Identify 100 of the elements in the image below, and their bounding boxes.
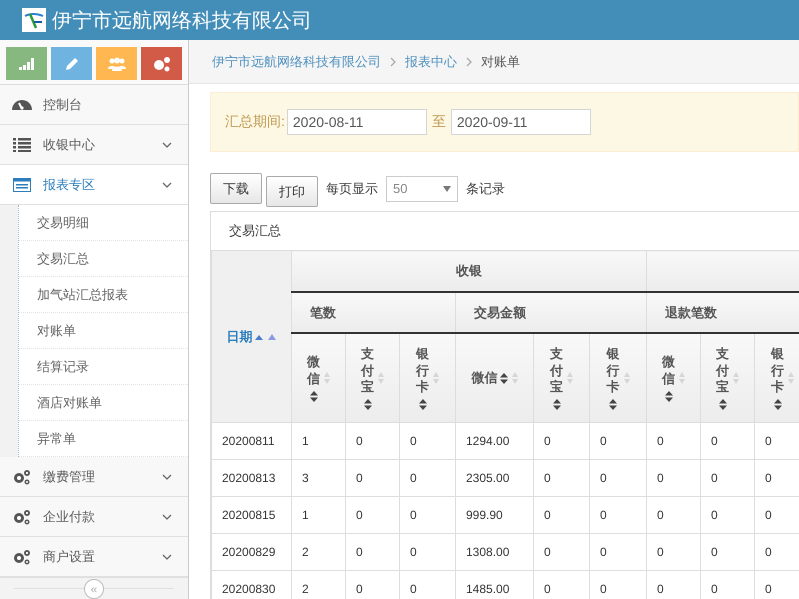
submenu-item[interactable]: 结算记录 (19, 349, 188, 385)
column-header[interactable]: 日期 (212, 250, 292, 422)
table-cell: 0 (646, 460, 701, 496)
users-icon (108, 56, 126, 70)
table-icon (12, 178, 32, 192)
table-cell: 0 (400, 422, 456, 460)
table-cell: 1 (292, 422, 346, 460)
table-cell: 0 (700, 460, 755, 496)
menu-item[interactable]: 缴费管理 (0, 457, 188, 497)
shortcut-button[interactable] (6, 47, 47, 80)
column-header[interactable]: 银行卡 (400, 333, 456, 422)
range-separator: 至 (432, 113, 446, 131)
column-header[interactable]: 微信 (456, 333, 534, 422)
dropdown-arrow-icon (443, 186, 451, 192)
column-header[interactable]: 支付宝 (534, 333, 590, 422)
shortcut-button[interactable] (141, 47, 182, 80)
breadcrumb-current: 对账单 (481, 52, 520, 70)
table-cell: 0 (534, 460, 590, 496)
table-cell: 3 (292, 460, 346, 496)
table-cell: 0 (646, 496, 701, 534)
menu-item[interactable]: 控制台 (0, 85, 188, 125)
table-cell: 0 (590, 496, 647, 534)
table-cell: 0 (346, 534, 400, 570)
panel-title: 交易汇总 (228, 222, 282, 240)
group-header: 收银 (292, 250, 647, 292)
table-cell: 2305.00 (456, 460, 534, 496)
column-header[interactable]: 支付宝 (346, 333, 400, 422)
table-cell: 0 (400, 496, 456, 534)
subgroup-header: 交易金额 (456, 292, 647, 333)
sort-icon (500, 372, 508, 384)
column-header[interactable]: 支付宝 (700, 333, 755, 422)
sort-icon (512, 371, 518, 385)
table-cell: 2 (292, 534, 346, 570)
sort-icon (418, 399, 426, 410)
date-field[interactable]: 2020-09-11 (450, 109, 591, 135)
records-label: 条记录 (466, 180, 505, 198)
table-cell: 0 (646, 422, 701, 460)
submenu-item[interactable]: 对账单 (19, 313, 188, 349)
menu-item[interactable]: 收银中心 (0, 125, 188, 165)
sort-icon (609, 399, 618, 410)
shortcut-button[interactable] (51, 47, 92, 80)
menu-item[interactable]: 商户设置 (0, 537, 188, 577)
filter-label: 汇总期间: (225, 113, 285, 131)
signal-icon (18, 58, 34, 70)
table-cell: 0 (590, 534, 647, 570)
subgroup-header: 笔数 (292, 292, 456, 333)
chevron-down-icon (162, 142, 172, 148)
menu-item[interactable]: 企业付款 (0, 497, 188, 537)
table-cell: 1294.00 (456, 422, 534, 460)
sort-icon (718, 399, 727, 410)
table-cell: 0 (400, 460, 456, 496)
shortcut-button[interactable] (96, 47, 137, 80)
submenu-item[interactable]: 酒店对账单 (19, 385, 188, 421)
table-cell: 0 (400, 534, 456, 570)
sort-icon (788, 370, 794, 385)
table-cell: 0 (700, 534, 755, 570)
column-header[interactable]: 银行卡 (754, 333, 799, 422)
table-cell: 20200813 (212, 460, 292, 496)
column-header[interactable]: 微信 (646, 333, 701, 422)
page-size-select[interactable]: 50 (386, 176, 458, 202)
column-header[interactable]: 银行卡 (590, 333, 647, 422)
chevron-right-icon (466, 56, 472, 66)
sort-icon (624, 370, 630, 385)
chevron-down-icon (162, 554, 172, 560)
sort-icon (378, 370, 384, 385)
table-cell: 0 (534, 496, 590, 534)
chevron-down-icon (162, 474, 172, 480)
menu-item[interactable]: 报表专区 (0, 165, 188, 205)
column-header[interactable]: 微信 (292, 333, 346, 422)
sort-ascending-icon (254, 332, 276, 340)
sort-icon (664, 390, 673, 402)
logo-icon (22, 8, 46, 32)
submenu-item[interactable]: 加气站汇总报表 (19, 277, 188, 313)
table-cell: 999.90 (456, 496, 534, 534)
table-cell: 20200830 (212, 570, 292, 599)
table-cell: 0 (346, 460, 400, 496)
chevron-right-icon (390, 56, 396, 66)
dashboard-icon (12, 100, 32, 110)
company-title: 伊宁市远航网络科技有限公司 (52, 8, 312, 34)
date-field[interactable]: 2020-08-11 (286, 109, 427, 135)
pencil-icon (64, 56, 78, 70)
subgroup-header: 退款笔数 (646, 292, 799, 333)
sort-icon (567, 370, 573, 385)
table-cell: 0 (346, 422, 400, 460)
toolbar-button[interactable]: 打印 (266, 176, 318, 207)
table-cell: 20200829 (212, 534, 292, 570)
sort-icon (733, 370, 740, 385)
table-cell: 0 (700, 496, 755, 534)
table-cell: 0 (590, 422, 647, 460)
table-cell: 0 (534, 534, 590, 570)
sort-icon (679, 371, 686, 385)
sort-icon (310, 390, 318, 402)
submenu-item[interactable]: 交易汇总 (19, 241, 188, 277)
sort-icon (364, 399, 372, 410)
table-cell: 0 (590, 460, 647, 496)
table-cell: 0 (346, 496, 400, 534)
toolbar-button[interactable]: 下载 (210, 173, 262, 204)
submenu-item[interactable]: 交易明细 (19, 205, 188, 241)
sort-icon (774, 399, 782, 410)
page-size-label: 每页显示 (326, 180, 378, 198)
